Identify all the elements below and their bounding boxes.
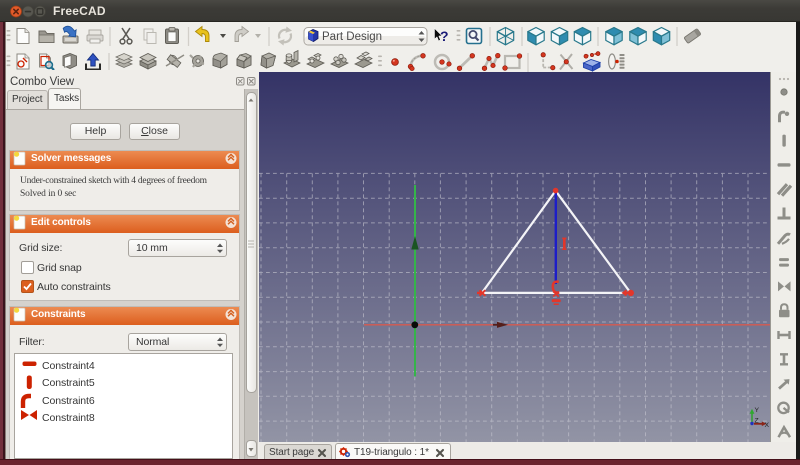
svg-text:Y: Y — [755, 407, 760, 414]
svg-text:Part Design: Part Design — [322, 31, 382, 43]
svg-text:Z: Z — [755, 418, 759, 425]
svg-text:?: ? — [440, 28, 449, 44]
svg-text:X: X — [765, 422, 770, 429]
